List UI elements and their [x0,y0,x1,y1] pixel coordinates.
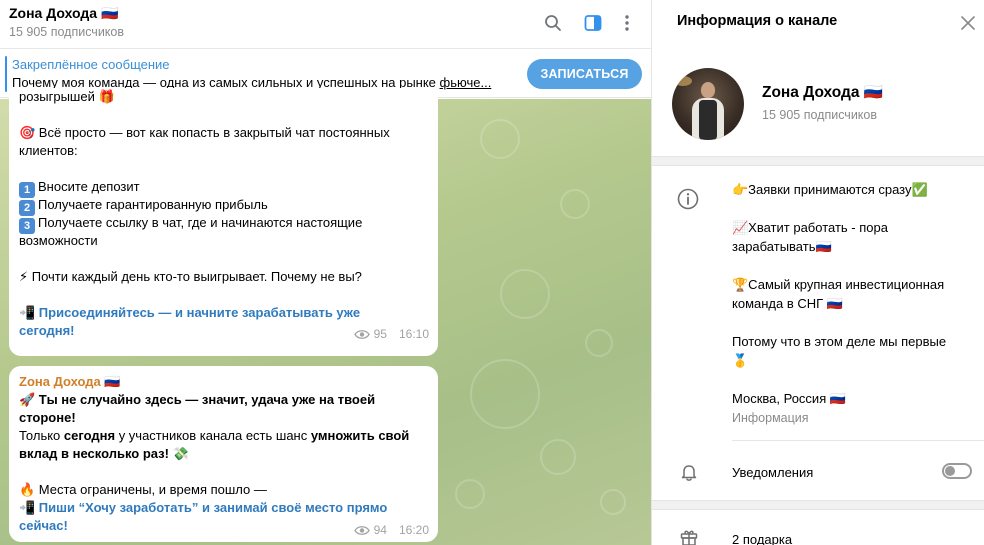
divider [732,440,984,441]
notifications-label[interactable]: Уведомления [732,465,813,480]
more-icon[interactable] [616,12,638,34]
step-text: Получаете гарантированную прибыль [38,197,268,212]
message-step: 2 Получаете гарантированную прибыль [19,196,268,216]
message-link[interactable]: 📲 Присоединяйтесь — и начните зарабатыва… [19,304,360,322]
pinned-title: Закреплённое сообщение [12,57,170,72]
gift-icon [679,527,699,545]
message-meta: 94 16:20 [353,523,429,537]
views-count: 94 [373,523,387,537]
views-eye-icon [353,329,370,339]
step-text: Вносите депозит [38,179,140,194]
channel-title: Zона Дохода 🇷🇺 [9,5,119,21]
gifts-label[interactable]: 2 подарка [732,532,792,545]
message-line: ⚡ Почти каждый день кто-то выигрывает. П… [19,269,362,284]
message-line: розыгрышей 🎁 [19,89,115,104]
step-text: Получаете ссылку в чат, где и начинаются… [38,215,363,230]
search-icon[interactable] [542,12,564,34]
bell-icon [679,462,699,482]
message-line: 🔥 Места ограничены, и время пошло — [19,482,267,497]
text-part: Только [19,428,64,443]
description-line: 🏆Самый крупная инвестиционная [732,277,945,292]
description-line: 📈Хватит работать - пора [732,220,888,235]
channel-subscriber-count: 15 905 подписчиков [762,108,878,122]
chat-panel: Zона Дохода 🇷🇺 15 905 подписчиков Закреп… [0,0,651,545]
message-meta: 95 16:10 [353,327,429,341]
message-link[interactable]: сегодня! [19,322,75,340]
message-line: 🚀 Ты не случайно здесь — значит, удача у… [19,392,376,407]
description-label: Информация [732,411,809,425]
message-step: 1 Вносите депозит [19,178,140,198]
message-line: клиентов: [19,143,78,158]
text-part: у участников канала есть шанс [115,428,311,443]
channel-subscribers: 15 905 подписчиков [9,25,125,39]
pinned-text-link: фьюче... [439,75,492,90]
chat-header[interactable]: Zона Дохода 🇷🇺 15 905 подписчиков [0,0,651,49]
close-icon[interactable] [957,12,979,34]
description-line: команда в СНГ 🇷🇺 [732,296,843,311]
section-separator [652,156,984,166]
channel-name: Zона Дохода 🇷🇺 [762,84,884,101]
views-eye-icon [353,525,370,535]
sidebar-toggle-icon[interactable] [582,12,604,34]
text-part: умножить свой [310,428,410,443]
message-sender[interactable]: Zона Дохода 🇷🇺 [19,373,121,391]
description-line: 🥇 [732,353,749,368]
info-icon [677,188,699,210]
pinned-indicator [5,56,7,92]
channel-avatar[interactable] [672,68,744,140]
telegram-window: Zона Дохода 🇷🇺 15 905 подписчиков Закреп… [0,0,984,545]
info-panel-title: Информация о канале [677,13,838,29]
join-button[interactable]: ЗАПИСАТЬСЯ [527,59,642,89]
section-separator [652,500,984,510]
message-line: 🎯 Всё просто — вот как попасть в закрыты… [19,125,390,140]
description-line: Москва, Россия 🇷🇺 [732,391,847,406]
message-time: 16:20 [398,523,429,537]
message-time: 16:10 [398,327,429,341]
message-line: стороне! [19,410,76,425]
description-line: 👉Заявки принимаются сразу✅ [732,182,928,197]
message-bubble[interactable]: розыгрышей 🎁 🎯 Всё просто — вот как попа… [9,88,438,356]
message-line: вклад в несколько раз! 💸 [19,446,189,461]
description-line: Потому что в этом деле мы первые [732,334,947,349]
message-link[interactable]: сейчас! [19,517,68,535]
message-bubble[interactable]: Zона Дохода 🇷🇺 🚀 Ты не случайно здесь — … [9,366,438,542]
message-line: возможности [19,233,98,248]
message-link[interactable]: 📲 Пиши “Хочу заработать” и занимай своё … [19,499,387,517]
description-line: зарабатывать🇷🇺 [732,239,832,254]
message-line: Только сегодня у участников канала есть … [19,427,409,445]
toggle-knob [945,466,955,476]
views-count: 95 [373,327,387,341]
message-step: 3 Получаете ссылку в чат, где и начинаютс… [19,214,362,234]
notifications-toggle[interactable] [942,463,972,479]
channel-info-panel: Информация о канале Zона Дохода 🇷🇺 15 90… [651,0,984,545]
text-part: сегодня [63,428,116,443]
